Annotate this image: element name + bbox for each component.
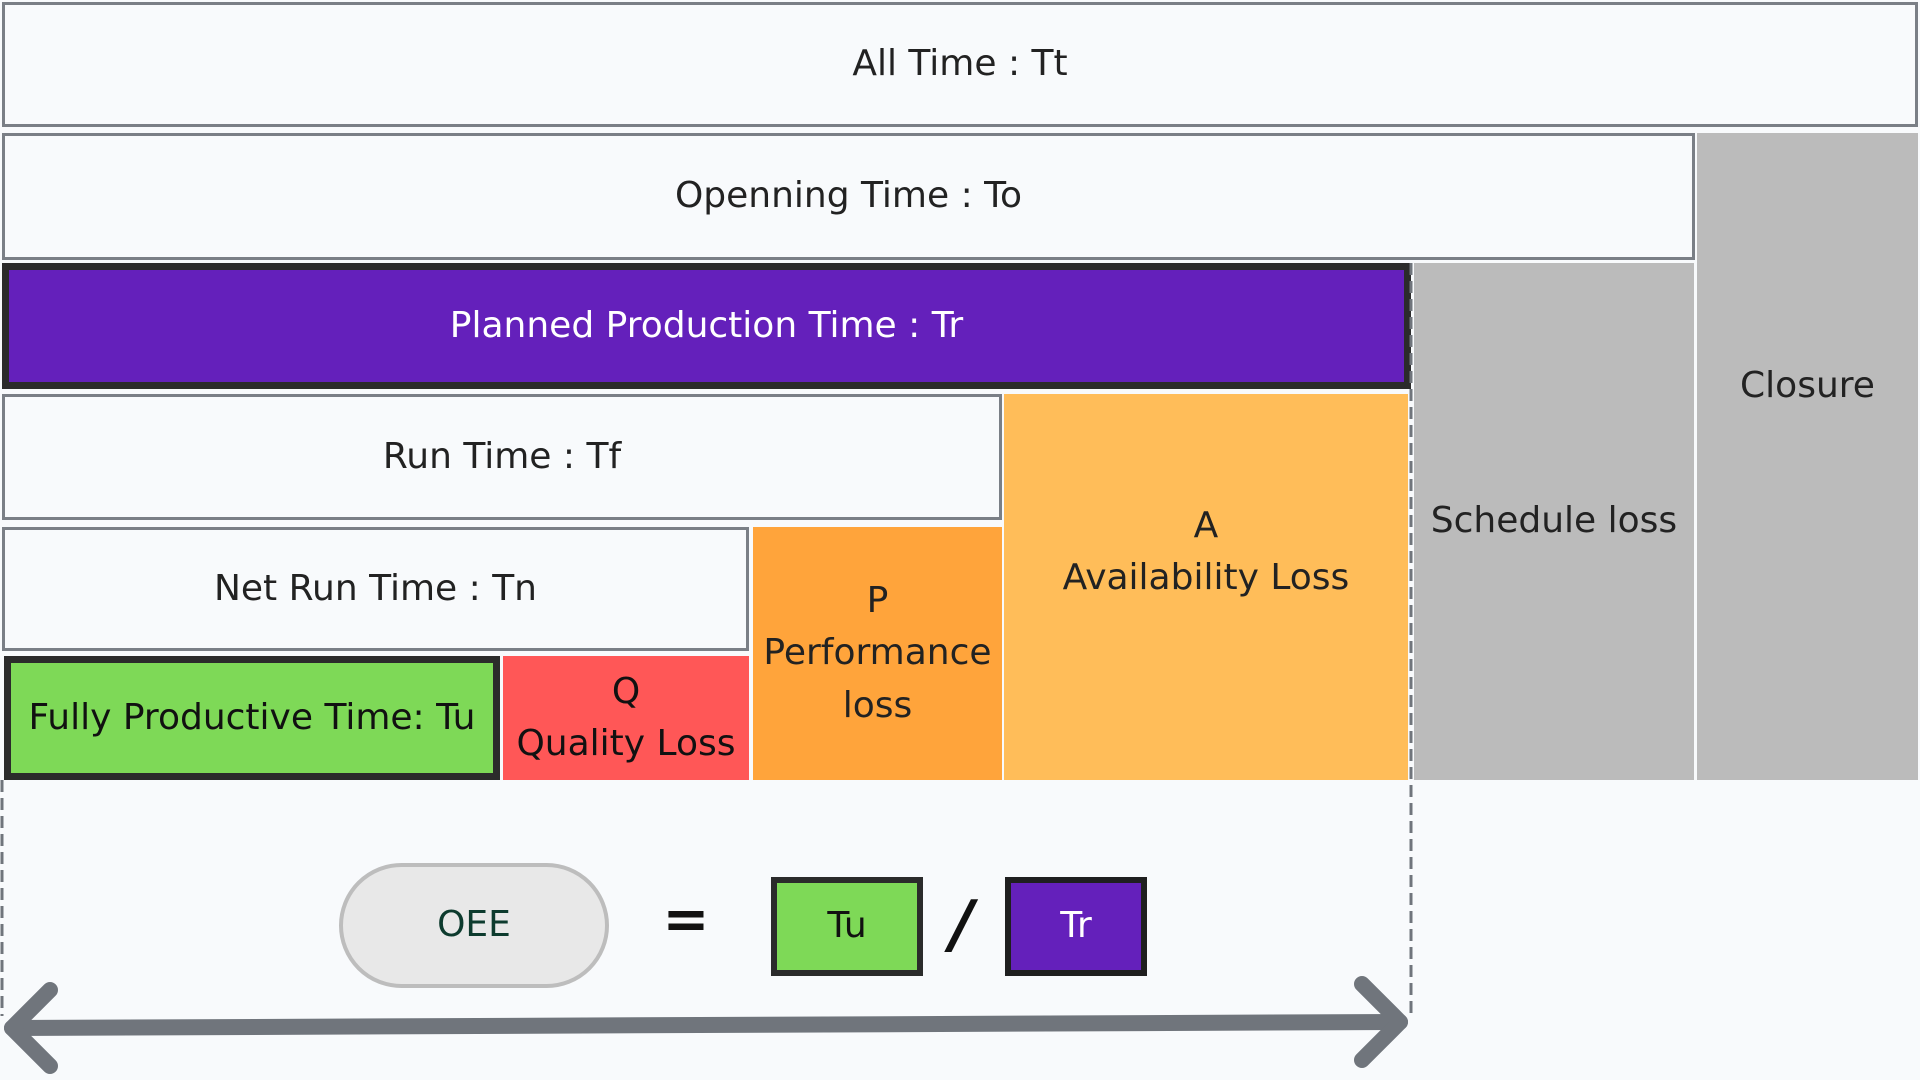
oee-label: OEE	[437, 904, 511, 946]
equals-sign: =	[662, 887, 710, 953]
numerator-box: Tu	[771, 877, 923, 976]
oee-pill: OEE	[339, 863, 609, 988]
double-arrow-icon	[4, 976, 1408, 1074]
denominator-label: Tr	[1060, 905, 1092, 947]
denominator-box: Tr	[1005, 877, 1147, 976]
divide-sign: /	[950, 887, 974, 962]
numerator-label: Tu	[827, 905, 867, 947]
